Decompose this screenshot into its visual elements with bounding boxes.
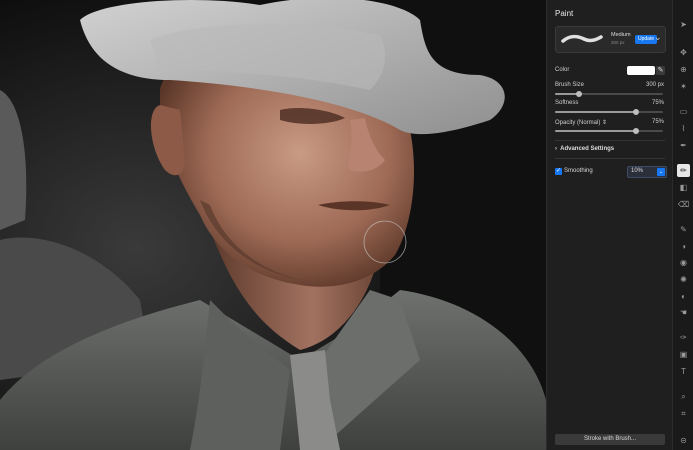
portrait-photo [0, 0, 546, 450]
blur-icon[interactable]: ◉ [677, 256, 690, 269]
chevron-down-icon[interactable]: ⌄ [654, 32, 662, 43]
sort-arrows-icon[interactable]: ⇕ [602, 120, 607, 126]
smoothing-label: Smoothing [564, 168, 593, 174]
opacity-label: Opacity (Normal) ⇕ [555, 119, 607, 126]
opacity-handle[interactable] [633, 128, 639, 134]
pen-icon[interactable]: ✒ [677, 139, 690, 152]
lasso-icon[interactable]: ⌇ [677, 122, 690, 135]
crop-icon[interactable]: ⌗ [677, 407, 690, 420]
move-icon[interactable]: ✥ [677, 46, 690, 59]
opacity-value: 75% [651, 119, 664, 125]
smudge-icon[interactable]: ☚ [677, 306, 690, 319]
brush-size-slider[interactable] [555, 91, 663, 97]
smoothing-value: 10% [631, 168, 644, 174]
smoothing-checkbox[interactable]: ✓ [555, 168, 562, 175]
brush-size-handle[interactable] [575, 91, 582, 97]
zoom-icon[interactable]: ⌕ [677, 390, 690, 403]
paint-properties-panel: Paint Medium 300 px Update ⌄ Color ✎ Bru… [546, 0, 673, 450]
photo-canvas[interactable] [0, 0, 546, 450]
color-label: Color [555, 67, 570, 73]
color-swatch[interactable] [627, 66, 655, 75]
editor-window: Paint Medium 300 px Update ⌄ Color ✎ Bru… [0, 0, 693, 450]
eraser-icon[interactable]: ⌫ [677, 198, 690, 211]
shape-icon[interactable]: ▣ [677, 348, 690, 361]
opacity-fill [555, 130, 636, 132]
panel-title: Paint [555, 9, 574, 18]
opacity-label-text: Opacity (Normal) [555, 120, 601, 126]
eyedropper-icon[interactable]: ✎ [656, 66, 665, 75]
preset-name: Medium [611, 32, 631, 38]
smoothing-dropdown[interactable]: 10% ⌄ [627, 166, 667, 178]
stroke-with-brush-button[interactable]: Stroke with Brush... [555, 434, 665, 445]
fill-bucket-icon[interactable]: ◧ [677, 181, 690, 194]
select-arrow-icon[interactable]: ➤ [677, 18, 690, 31]
softness-label: Softness [555, 100, 579, 106]
tools-toolbar: ➤ ✥ ⊕ ✶ ▭ ⌇ ✒ ✏ ◧ ⌫ ✎ ◑ ◉ ✺ ◐ ☚ ✑ ▣ T ⌕ … [672, 0, 693, 450]
brush-stroke-preview [561, 34, 603, 43]
divider [555, 140, 665, 141]
more-icon[interactable]: ⊝ [677, 434, 690, 447]
clone-icon[interactable]: ✑ [677, 331, 690, 344]
advanced-settings-toggle[interactable]: › Advanced Settings [555, 146, 614, 152]
brush-preset-selector[interactable]: Medium 300 px Update ⌄ [555, 26, 666, 53]
text-icon[interactable]: T [677, 365, 690, 378]
divider [555, 158, 665, 159]
pencil-icon[interactable]: ✎ [677, 223, 690, 236]
softness-value: 75% [651, 100, 664, 106]
dodge-icon[interactable]: ◐ [677, 290, 690, 303]
softness-slider[interactable] [555, 109, 663, 115]
softness-handle[interactable] [633, 109, 639, 115]
transform-icon[interactable]: ⊕ [677, 63, 690, 76]
brush-icon[interactable]: ✏ [677, 164, 690, 177]
brush-size-label: Brush Size [555, 82, 585, 88]
crop-frame-icon[interactable]: ▭ [677, 105, 690, 118]
brush-size-value: 300 px [645, 82, 664, 88]
opacity-slider[interactable] [555, 128, 663, 134]
preset-size: 300 px [611, 40, 625, 45]
advanced-settings-label: Advanced Settings [560, 146, 615, 152]
chevron-down-icon: ⌄ [657, 168, 665, 176]
sharpen-icon[interactable]: ✺ [677, 273, 690, 286]
magic-icon[interactable]: ✶ [677, 80, 690, 93]
chevron-right-icon: › [555, 146, 557, 152]
gradient-icon[interactable]: ◑ [677, 240, 690, 253]
softness-fill [555, 111, 636, 113]
